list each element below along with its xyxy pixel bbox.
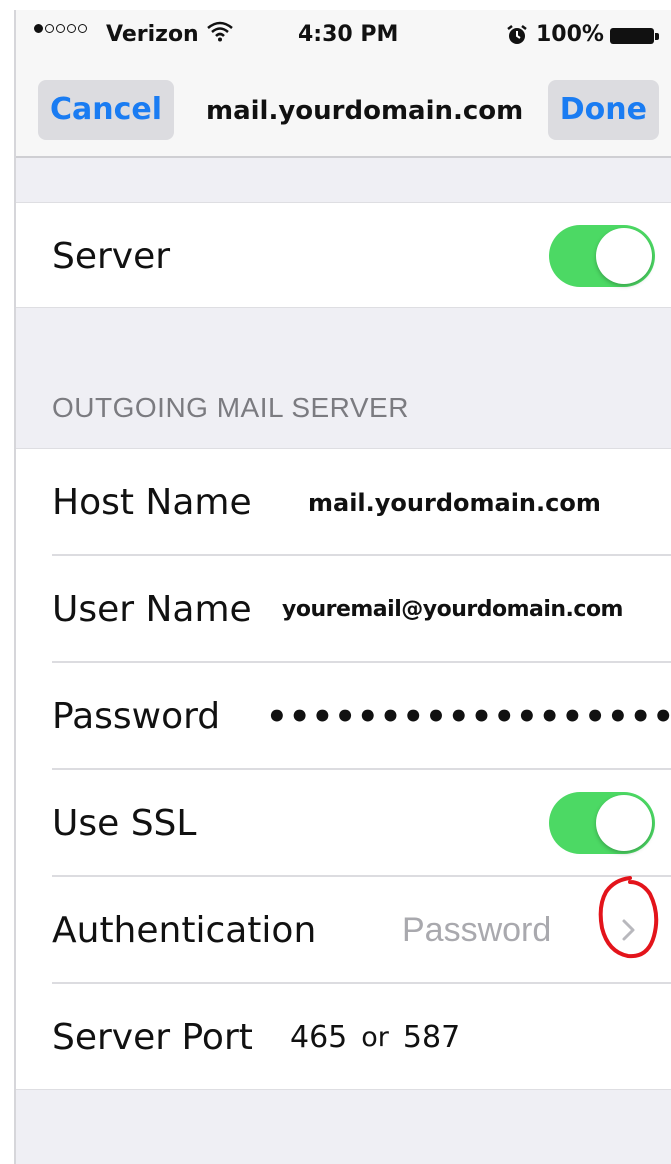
port-value-a: 465 xyxy=(290,1020,348,1055)
server-port-field[interactable]: 465 or 587 xyxy=(290,984,460,1091)
battery-icon xyxy=(610,28,659,44)
signal-strength-icon xyxy=(34,24,87,33)
user-name-row[interactable]: User Name youremail@yourdomain.com xyxy=(16,556,671,663)
status-bar: Verizon 4:30 PM 100% xyxy=(16,10,671,62)
done-button[interactable]: Done xyxy=(547,80,659,140)
user-name-field[interactable]: youremail@yourdomain.com xyxy=(282,556,623,663)
wifi-icon xyxy=(207,21,233,42)
host-name-label: Host Name xyxy=(52,482,252,523)
cancel-button[interactable]: Cancel xyxy=(38,80,175,140)
authentication-label: Authentication xyxy=(52,910,317,951)
battery-percent: 100% xyxy=(536,22,604,47)
outgoing-server-group: Host Name mail.yourdomain.com User Name … xyxy=(16,448,671,1090)
host-name-row[interactable]: Host Name mail.yourdomain.com xyxy=(16,449,671,556)
use-ssl-toggle[interactable] xyxy=(549,792,655,854)
server-port-row[interactable]: Server Port 465 or 587 xyxy=(16,984,671,1091)
password-label: Password xyxy=(52,696,221,737)
section-header-outgoing: OUTGOING MAIL SERVER xyxy=(52,392,409,423)
host-name-field[interactable]: mail.yourdomain.com xyxy=(308,449,601,556)
authentication-row[interactable]: Authentication Password xyxy=(16,877,671,984)
server-toggle[interactable] xyxy=(549,225,655,287)
red-circle-annotation xyxy=(598,876,659,959)
page-title: mail.yourdomain.com xyxy=(206,96,524,126)
use-ssl-label: Use SSL xyxy=(52,803,197,844)
alarm-icon xyxy=(507,25,527,44)
user-name-label: User Name xyxy=(52,589,252,630)
phone-screen: Verizon 4:30 PM 100% Cancel mail.yourdom… xyxy=(14,10,671,1164)
navigation-bar: Cancel mail.yourdomain.com Done xyxy=(16,62,671,158)
server-row: Server xyxy=(16,203,671,310)
server-port-label: Server Port xyxy=(52,1017,253,1058)
server-group: Server xyxy=(16,202,671,308)
clock-time: 4:30 PM xyxy=(298,22,399,47)
use-ssl-row: Use SSL xyxy=(16,770,671,877)
toggle-knob xyxy=(596,228,652,284)
authentication-value: Password xyxy=(402,911,552,949)
server-label: Server xyxy=(52,236,171,277)
port-value-b: 587 xyxy=(402,1020,461,1055)
toggle-knob xyxy=(596,795,652,851)
password-row[interactable]: Password •••••••••••••••••• xyxy=(16,663,671,770)
port-or-text: or xyxy=(361,1022,389,1053)
carrier-name: Verizon xyxy=(106,22,199,47)
password-field[interactable]: •••••••••••••••••• xyxy=(266,663,671,770)
